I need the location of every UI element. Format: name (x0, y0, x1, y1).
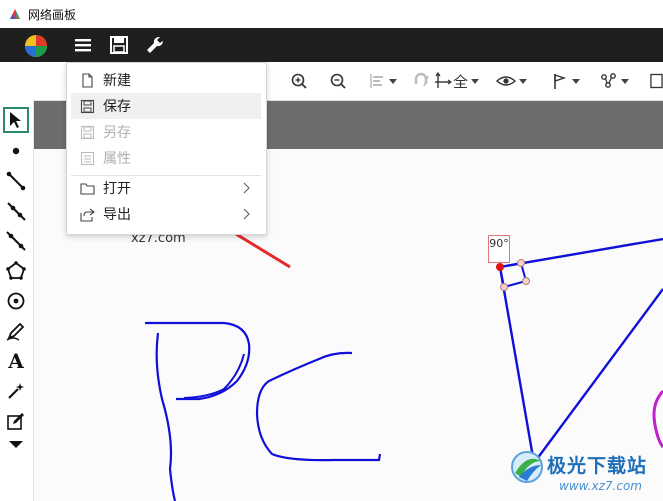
window-title: 网络画板 (28, 7, 77, 22)
chevron-down-icon (471, 78, 480, 84)
chevron-down-icon (519, 78, 527, 84)
align-dropdown[interactable] (368, 71, 397, 91)
menu-item-label: 导出 (103, 207, 131, 223)
pen-tool[interactable] (3, 318, 29, 344)
chevron-down-icon (572, 78, 580, 84)
image-icon (650, 73, 663, 89)
drawing-tools-panel: A (0, 100, 34, 501)
freehand-stroke-p-inner (183, 353, 245, 399)
properties-icon (80, 151, 94, 165)
point-tool[interactable] (3, 138, 29, 164)
triangle-side-left (498, 266, 536, 464)
file-menu-dropdown: 新建 保存 另存 属性 打开 导出 (66, 62, 267, 235)
select-tool[interactable] (3, 107, 29, 133)
chevron-down-icon (389, 78, 397, 84)
magnet-snap-button[interactable] (412, 71, 430, 91)
netboard-logo-icon (25, 35, 47, 57)
hamburger-menu-button[interactable] (72, 34, 94, 56)
network-dropdown[interactable] (600, 71, 629, 91)
chevron-right-icon (243, 182, 250, 194)
zoom-out-button[interactable] (329, 71, 347, 91)
chevron-right-icon (243, 208, 250, 220)
ray-tool[interactable] (3, 198, 29, 224)
circle-icon (7, 292, 25, 310)
edit-tool[interactable] (3, 408, 29, 434)
marker-handle (522, 277, 530, 285)
menu-item-label: 属性 (103, 151, 131, 167)
view-all-dropdown[interactable]: 全 (434, 71, 480, 91)
flag-dropdown[interactable] (551, 71, 580, 91)
edit-pen-square-icon (7, 413, 24, 430)
segment-tool[interactable] (3, 168, 29, 194)
menu-item-properties[interactable]: 属性 (71, 145, 261, 171)
pencil-icon (6, 322, 25, 341)
main-topbar (0, 28, 663, 62)
view-all-label: 全 (453, 72, 469, 91)
graph-nodes-icon (601, 73, 616, 88)
menu-item-save[interactable]: 保存 (71, 93, 261, 119)
circle-tool[interactable] (3, 288, 29, 314)
menu-item-export[interactable]: 导出 (71, 201, 261, 227)
save-as-icon (80, 125, 94, 139)
zoom-in-button[interactable] (290, 71, 308, 91)
window-titlebar: 网络画板 (0, 0, 663, 28)
axes-icon (435, 72, 452, 88)
point-icon (12, 147, 20, 155)
magenta-circle-edge (652, 389, 663, 448)
magnet-icon (414, 72, 429, 87)
visibility-dropdown[interactable] (496, 71, 527, 91)
menu-item-open[interactable]: 打开 (71, 175, 261, 201)
polygon-tool[interactable] (3, 258, 29, 284)
triangle-side-right (533, 288, 663, 464)
image-export-button[interactable] (650, 71, 663, 91)
triangle-down-icon (9, 441, 23, 448)
magic-wand-icon (8, 383, 24, 399)
text-a-icon: A (8, 349, 24, 373)
watermark-url: www.xz7.com (559, 479, 642, 493)
floppy-disk-icon (110, 36, 128, 54)
polygon-icon (6, 261, 26, 280)
menu-item-label: 打开 (103, 181, 131, 197)
angle-label: 90° (488, 235, 510, 263)
flag-icon (554, 74, 567, 89)
wrench-icon (147, 36, 164, 53)
marker-handle (517, 259, 525, 267)
line-icon (6, 231, 26, 251)
freehand-stroke-c (255, 351, 382, 462)
line-tool[interactable] (3, 228, 29, 254)
new-file-icon (81, 72, 93, 88)
magic-wand-tool[interactable] (3, 378, 29, 404)
menu-item-new[interactable]: 新建 (71, 67, 261, 93)
vertex-point (496, 263, 504, 271)
app-logo-icon (10, 9, 20, 19)
aurora-logo-icon (511, 451, 543, 483)
more-tools-button[interactable] (3, 432, 29, 458)
menu-item-label: 新建 (103, 73, 131, 89)
zoom-out-icon (330, 73, 346, 89)
marker-handle (500, 283, 508, 291)
eye-icon (496, 76, 516, 86)
site-watermark-logo: 极光下载站 www.xz7.com (503, 443, 663, 501)
menu-item-label: 保存 (103, 99, 131, 115)
watermark-brand: 极光下载站 (547, 455, 648, 477)
text-tool[interactable]: A (3, 348, 29, 374)
export-icon (79, 208, 95, 222)
menu-item-label: 另存 (103, 125, 131, 141)
save-icon (80, 99, 94, 113)
segment-icon (6, 171, 26, 191)
zoom-in-icon (291, 73, 307, 89)
folder-icon (79, 182, 95, 195)
ray-icon (7, 202, 26, 221)
hamburger-menu-icon (75, 39, 91, 52)
freehand-stroke-p-stem (155, 332, 177, 501)
align-icon (370, 74, 383, 88)
arrow-pointer-icon (10, 112, 21, 128)
menu-item-save-as[interactable]: 另存 (71, 119, 261, 145)
save-button[interactable] (108, 34, 130, 56)
chevron-down-icon (621, 78, 629, 84)
settings-tools-button[interactable] (144, 34, 166, 56)
